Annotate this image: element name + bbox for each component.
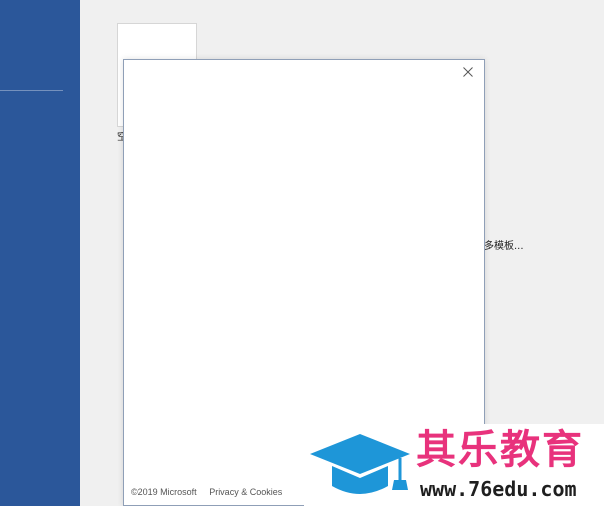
more-templates-link[interactable]: 多模板... [484,241,524,253]
close-button[interactable] [460,64,476,80]
close-icon [463,67,473,77]
watermark-url: www.76edu.com [420,477,577,501]
dialog-footer: ©2019 Microsoft Privacy & Cookies [131,487,292,497]
sidebar-divider [0,90,63,91]
copyright-text: ©2019 Microsoft [131,487,197,497]
word-backstage-window: 空 多模板... ©2019 Microsoft Privacy & Cooki… [0,0,604,506]
privacy-cookies-link[interactable]: Privacy & Cookies [209,487,282,497]
watermark-brand: 其乐教育 [416,427,584,473]
backstage-sidebar [0,0,80,506]
graduation-cap-icon [310,434,410,494]
watermark-overlay: 其乐教育 www.76edu.com [304,424,604,506]
